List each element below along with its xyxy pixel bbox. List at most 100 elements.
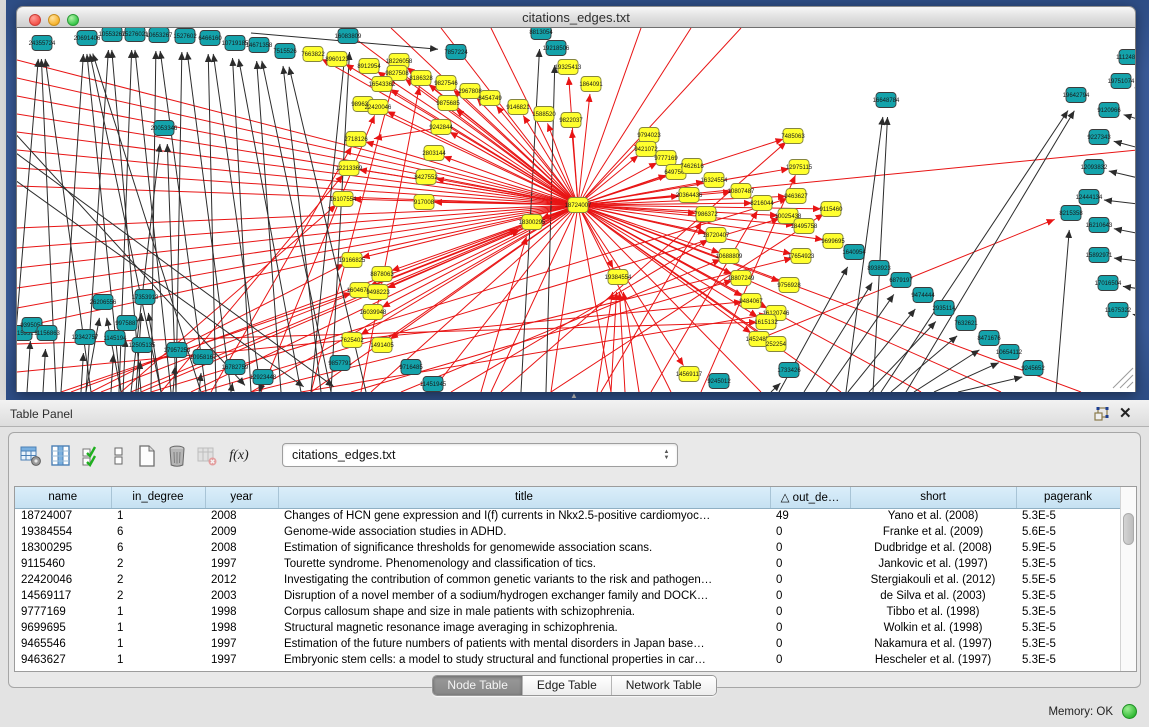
graph-node-label: 9827546 (434, 81, 458, 87)
table-row[interactable]: 1872400712008Changes of HCN gene express… (15, 508, 1120, 524)
graph-edge (17, 60, 578, 205)
table-row[interactable]: 2242004622012Investigating the contribut… (15, 572, 1120, 588)
graph-node-label: 9875685 (436, 101, 460, 107)
graph-node-label: 9120966 (1097, 108, 1121, 114)
graph-edge (481, 237, 526, 392)
table-row[interactable]: 946362711997Embryonic stem cells: a mode… (15, 652, 1120, 668)
graph-node-label: 10807487 (728, 189, 755, 195)
table-cell: 2003 (205, 588, 278, 604)
window-title: citations_edges.txt (17, 10, 1135, 25)
table-cell: 0 (770, 524, 850, 540)
graph-edge (1133, 314, 1135, 318)
graph-node-label: 18226058 (386, 59, 413, 65)
float-panel-icon[interactable] (1093, 406, 1109, 422)
graph-edge (283, 66, 321, 392)
column-header-year[interactable]: year (205, 487, 278, 508)
graph-edge (111, 354, 113, 392)
table-cell: Hescheler et al. (1997) (850, 652, 1016, 668)
graph-node-label: 12444134 (1076, 195, 1103, 201)
graph-node-label: 16782759 (222, 365, 249, 371)
table-scrollbar[interactable] (1120, 487, 1136, 671)
graph-edge (804, 283, 872, 392)
table-row[interactable]: 911546021997Tourette syndrome. Phenomeno… (15, 556, 1120, 572)
table-row[interactable]: 1938455462009Genome-wide association stu… (15, 524, 1120, 540)
function-builder-button[interactable]: f(x) (226, 442, 252, 470)
tab-edge-table[interactable]: Edge Table (523, 676, 612, 695)
table-toolbar: f(x) citations_edges.txt ▲▼ (8, 440, 1138, 476)
table-cell: 0 (770, 588, 850, 604)
graph-edge (1123, 286, 1135, 290)
window-resize-grip[interactable] (1113, 368, 1133, 388)
graph-edge (17, 170, 304, 387)
table-row[interactable]: 946554611997Estimation of the future num… (15, 636, 1120, 652)
graph-edge (257, 61, 281, 392)
table-row[interactable]: 977716911998Corpus callosum shape and si… (15, 604, 1120, 620)
graph-edge (17, 59, 38, 392)
table-header-row: namein_degreeyeartitle△ out_de…shortpage… (15, 487, 1120, 508)
tab-node-table[interactable]: Node Table (433, 676, 523, 695)
table-cell: 5.3E-5 (1016, 652, 1120, 668)
table-select-dropdown[interactable]: citations_edges.txt ▲▼ (282, 443, 678, 467)
column-header-pagerank[interactable]: pagerank (1016, 487, 1120, 508)
new-table-button[interactable] (134, 442, 160, 470)
table-cell: Tourette syndrome. Phenomenology and cla… (278, 556, 770, 572)
table-scrollbar-thumb[interactable] (1123, 513, 1134, 545)
column-header-in-degree[interactable]: in_degree (111, 487, 205, 508)
network-view[interactable]: 1872400724355724206914061055326715276021… (16, 28, 1136, 392)
graph-node-label: 17654923 (788, 254, 815, 260)
table-cell: 2009 (205, 524, 278, 540)
graph-node-label: 8216044 (750, 201, 774, 207)
graph-node-label: 9227343 (1087, 135, 1111, 141)
tab-network-table[interactable]: Network Table (612, 676, 716, 695)
graph-node-label: 19166825 (339, 258, 366, 264)
graph-node-label: 15892971 (1086, 253, 1113, 259)
graph-node-label: 8912954 (357, 64, 381, 70)
graph-edge (1104, 200, 1135, 205)
graph-node-label: 7986372 (694, 212, 718, 218)
table-cell: 1998 (205, 604, 278, 620)
graph-node-label: 7462616 (680, 164, 704, 170)
graph-node-label: 8813054 (529, 30, 553, 36)
column-header-name[interactable]: name (15, 487, 111, 508)
graph-node-label: 18724007 (565, 203, 592, 209)
table-cell: 6 (111, 540, 205, 556)
column-header-title[interactable]: title (278, 487, 770, 508)
graph-node-label: 16543362 (369, 82, 396, 88)
graph-node-label: 9498223 (366, 290, 390, 296)
graph-node-label: 1145194 (104, 336, 128, 342)
table-cell: 19384554 (15, 524, 111, 540)
close-panel-icon[interactable]: ✕ (1119, 404, 1135, 422)
graph-edge (374, 129, 433, 139)
graph-node-label: 8960123 (325, 57, 349, 63)
graph-edge (569, 77, 578, 205)
unselect-all-button[interactable] (106, 442, 132, 470)
table-cell: 2 (111, 572, 205, 588)
table-cell: Disruption of a novel member of a sodium… (278, 588, 770, 604)
graph-node-label: 2718126 (344, 137, 368, 143)
table-settings-button[interactable] (18, 442, 44, 470)
table-cell: 5.3E-5 (1016, 588, 1120, 604)
import-table-button[interactable] (194, 442, 220, 470)
column-header-out-degree[interactable]: △ out_de… (770, 487, 850, 508)
table-cell: 49 (770, 508, 850, 524)
table-cell: Corpus callosum shape and size in male p… (278, 604, 770, 620)
graph-node-label: 10654112 (996, 350, 1023, 356)
table-row[interactable]: 969969511998Structural magnetic resonanc… (15, 620, 1120, 636)
table-cell: Jankovic et al. (1997) (850, 556, 1016, 572)
table-cell: 5.3E-5 (1016, 508, 1120, 524)
show-columns-button[interactable] (48, 442, 74, 470)
split-pane-handle[interactable]: ▲ (566, 392, 582, 400)
graph-edge (619, 292, 625, 392)
delete-table-button[interactable] (164, 442, 190, 470)
table-cell: 5.3E-5 (1016, 604, 1120, 620)
table-cell: Tibbo et al. (1998) (850, 604, 1016, 620)
graph-edge (366, 142, 578, 205)
table-row[interactable]: 1830029562008Estimation of significance … (15, 540, 1120, 556)
column-header-short[interactable]: short (850, 487, 1016, 508)
graph-node-label: 12975115 (786, 165, 813, 171)
table-row[interactable]: 1456911722003Disruption of a novel membe… (15, 588, 1120, 604)
select-all-button[interactable] (78, 442, 104, 470)
network-canvas[interactable]: 1872400724355724206914061055326715276021… (17, 28, 1135, 392)
table-cell: 1997 (205, 556, 278, 572)
graph-node-label: 16324554 (701, 178, 728, 184)
